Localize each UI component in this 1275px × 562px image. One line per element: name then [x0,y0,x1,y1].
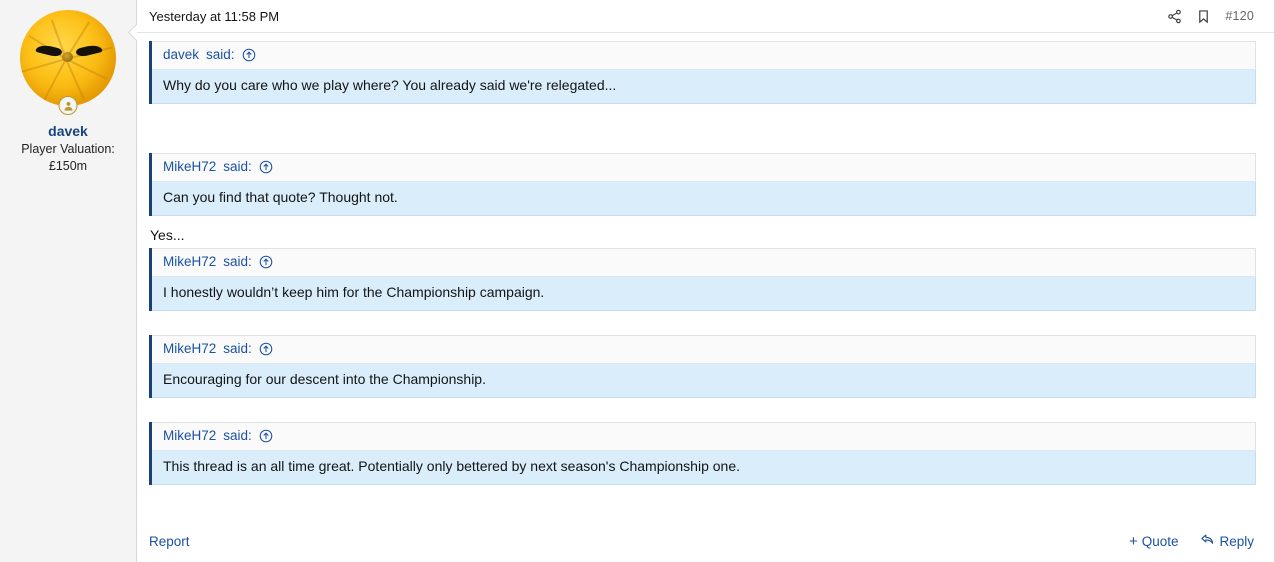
speech-bubble-arrow [127,22,137,42]
orange-fruit-avatar-image [20,10,116,106]
post-header: Yesterday at 11:58 PM [137,0,1274,33]
user-title-line-1: Player Valuation: [0,141,136,157]
post-timestamp[interactable]: Yesterday at 11:58 PM [149,9,279,24]
quote-said-label: said: [206,46,235,64]
quote-author[interactable]: MikeH72 [163,253,216,271]
quote-attribution: MikeH72 said: [152,422,1256,451]
quote-text: Why do you care who we play where? You a… [152,70,1256,104]
post-username[interactable]: davek [0,122,136,140]
quote-said-label: said: [223,427,252,445]
post-user-sidebar: davek Player Valuation: £150m [0,0,137,562]
report-button[interactable]: Report [149,534,190,549]
quote-text: I honestly wouldn’t keep him for the Cha… [152,277,1256,311]
share-icon[interactable] [1167,9,1182,24]
post-header-actions: #120 [1167,9,1254,24]
reply-button[interactable]: Reply [1200,533,1254,549]
quote-author[interactable]: MikeH72 [163,427,216,445]
circle-up-arrow-icon[interactable] [259,255,273,269]
user-badge-icon [59,96,78,115]
quote-text: Encouraging for our descent into the Cha… [152,364,1256,398]
post-footer: Report + Quote Reply [137,520,1274,562]
post-message-column: Yesterday at 11:58 PM [137,0,1275,562]
quote-author[interactable]: davek [163,46,199,64]
quote-attribution: MikeH72 said: [152,335,1256,364]
quote-attribution: MikeH72 said: [152,248,1256,277]
quote-block: MikeH72 said: Can you find that quote? T… [149,153,1256,216]
avatar[interactable] [20,10,116,106]
post-paragraph: Yes... [149,221,1256,248]
circle-up-arrow-icon[interactable] [242,48,256,62]
quote-author[interactable]: MikeH72 [163,340,216,358]
circle-up-arrow-icon[interactable] [259,429,273,443]
circle-up-arrow-icon[interactable] [259,342,273,356]
quote-attribution: MikeH72 said: [152,153,1256,182]
quote-text: Can you find that quote? Thought not. [152,182,1256,216]
avatar-detail [75,43,102,58]
quote-block: MikeH72 said: Encouraging for our descen… [149,335,1256,398]
post-message-body: davek said: Why do you care who we play … [137,33,1274,520]
quote-button[interactable]: + Quote [1129,534,1179,549]
quote-said-label: said: [223,158,252,176]
quote-author[interactable]: MikeH72 [163,158,216,176]
plus-icon: + [1129,534,1138,549]
quote-said-label: said: [223,340,252,358]
circle-up-arrow-icon[interactable] [259,160,273,174]
quote-text: This thread is an all time great. Potent… [152,451,1256,485]
paragraph-gap [149,109,1256,153]
forum-post: davek Player Valuation: £150m Yesterday … [0,0,1275,562]
quote-said-label: said: [223,253,252,271]
paragraph-gap [149,403,1256,422]
reply-button-label: Reply [1219,534,1254,549]
quote-block: MikeH72 said: This thread is an all time… [149,422,1256,485]
post-footer-actions: + Quote Reply [1129,533,1254,549]
quote-attribution: davek said: [152,41,1256,70]
quote-button-label: Quote [1142,534,1179,549]
post-number[interactable]: #120 [1225,9,1254,23]
bookmark-icon[interactable] [1197,9,1210,24]
quote-block: davek said: Why do you care who we play … [149,41,1256,104]
paragraph-gap [149,316,1256,335]
reply-arrow-icon [1200,533,1215,549]
user-title-line-2: £150m [0,158,136,174]
quote-block: MikeH72 said: I honestly wouldn’t keep h… [149,248,1256,311]
